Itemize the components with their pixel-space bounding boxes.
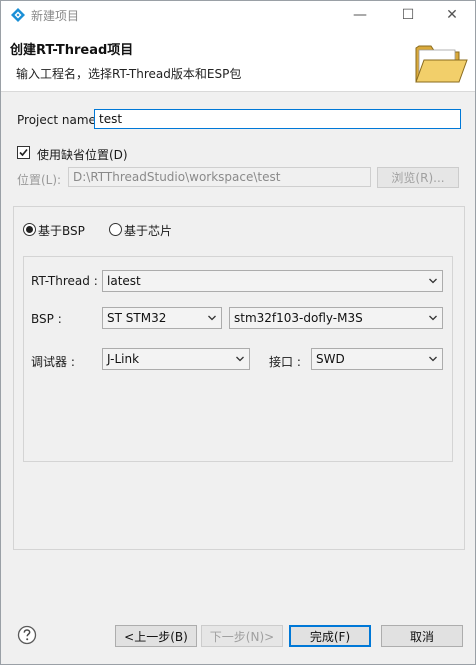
wizard-header: 创建RT-Thread项目 输入工程名，选择RT-Thread版本和ESP包 <box>1 28 475 92</box>
use-default-location-label: 使用缺省位置(D) <box>37 148 128 162</box>
location-label: 位置(L): <box>17 173 62 187</box>
chevron-down-icon <box>429 278 437 284</box>
maximize-button[interactable]: ☐ <box>385 1 431 28</box>
bsp-label: BSP : <box>31 312 62 326</box>
help-icon[interactable] <box>17 625 37 645</box>
chevron-down-icon <box>429 356 437 362</box>
rt-thread-version-select[interactable]: latest <box>102 270 443 292</box>
bsp-board-value: stm32f103-dofly-M3S <box>234 311 363 325</box>
minimize-button[interactable]: — <box>337 1 383 28</box>
bsp-vendor-value: ST STM32 <box>107 311 167 325</box>
title-bar: 新建项目 — ☐ ✕ <box>1 1 475 28</box>
interface-select[interactable]: SWD <box>311 348 443 370</box>
radio-based-on-bsp[interactable] <box>23 223 36 236</box>
finish-button[interactable]: 完成(F) <box>289 625 371 647</box>
use-default-location-checkbox[interactable] <box>17 146 30 159</box>
next-button[interactable]: 下一步(N)> <box>201 625 283 647</box>
chevron-down-icon <box>208 315 216 321</box>
rt-thread-version-value: latest <box>107 274 141 288</box>
cancel-button[interactable]: 取消 <box>381 625 463 647</box>
project-name-input[interactable]: test <box>94 109 461 129</box>
chevron-down-icon <box>236 356 244 362</box>
rt-thread-app-icon <box>11 8 25 22</box>
rt-thread-version-label: RT-Thread : <box>31 274 98 288</box>
based-on-chip-label: 基于芯片 <box>124 224 173 238</box>
debugger-select[interactable]: J-Link <box>102 348 250 370</box>
debugger-value: J-Link <box>107 352 140 366</box>
radio-based-on-chip[interactable] <box>109 223 122 236</box>
open-folder-icon <box>415 45 468 83</box>
debugger-label: 调试器 : <box>31 355 75 369</box>
browse-button[interactable]: 浏览(R)... <box>377 167 459 188</box>
checkmark-icon <box>19 148 28 157</box>
back-button[interactable]: <上一步(B) <box>115 625 197 647</box>
based-on-bsp-label: 基于BSP <box>38 224 85 238</box>
close-button[interactable]: ✕ <box>429 1 475 28</box>
location-path-input[interactable]: D:\RTThreadStudio\workspace\test <box>68 167 371 187</box>
interface-value: SWD <box>316 352 345 366</box>
new-project-dialog: 新建项目 — ☐ ✕ 创建RT-Thread项目 输入工程名，选择RT-Thre… <box>0 0 476 665</box>
page-title: 创建RT-Thread项目 <box>10 43 134 58</box>
window-title: 新建项目 <box>31 9 80 23</box>
interface-label: 接口 : <box>269 355 301 369</box>
bsp-board-select[interactable]: stm32f103-dofly-M3S <box>229 307 443 329</box>
page-description: 输入工程名，选择RT-Thread版本和ESP包 <box>16 67 242 81</box>
project-name-label: Project name: <box>17 113 100 127</box>
chevron-down-icon <box>429 315 437 321</box>
bsp-vendor-select[interactable]: ST STM32 <box>102 307 222 329</box>
